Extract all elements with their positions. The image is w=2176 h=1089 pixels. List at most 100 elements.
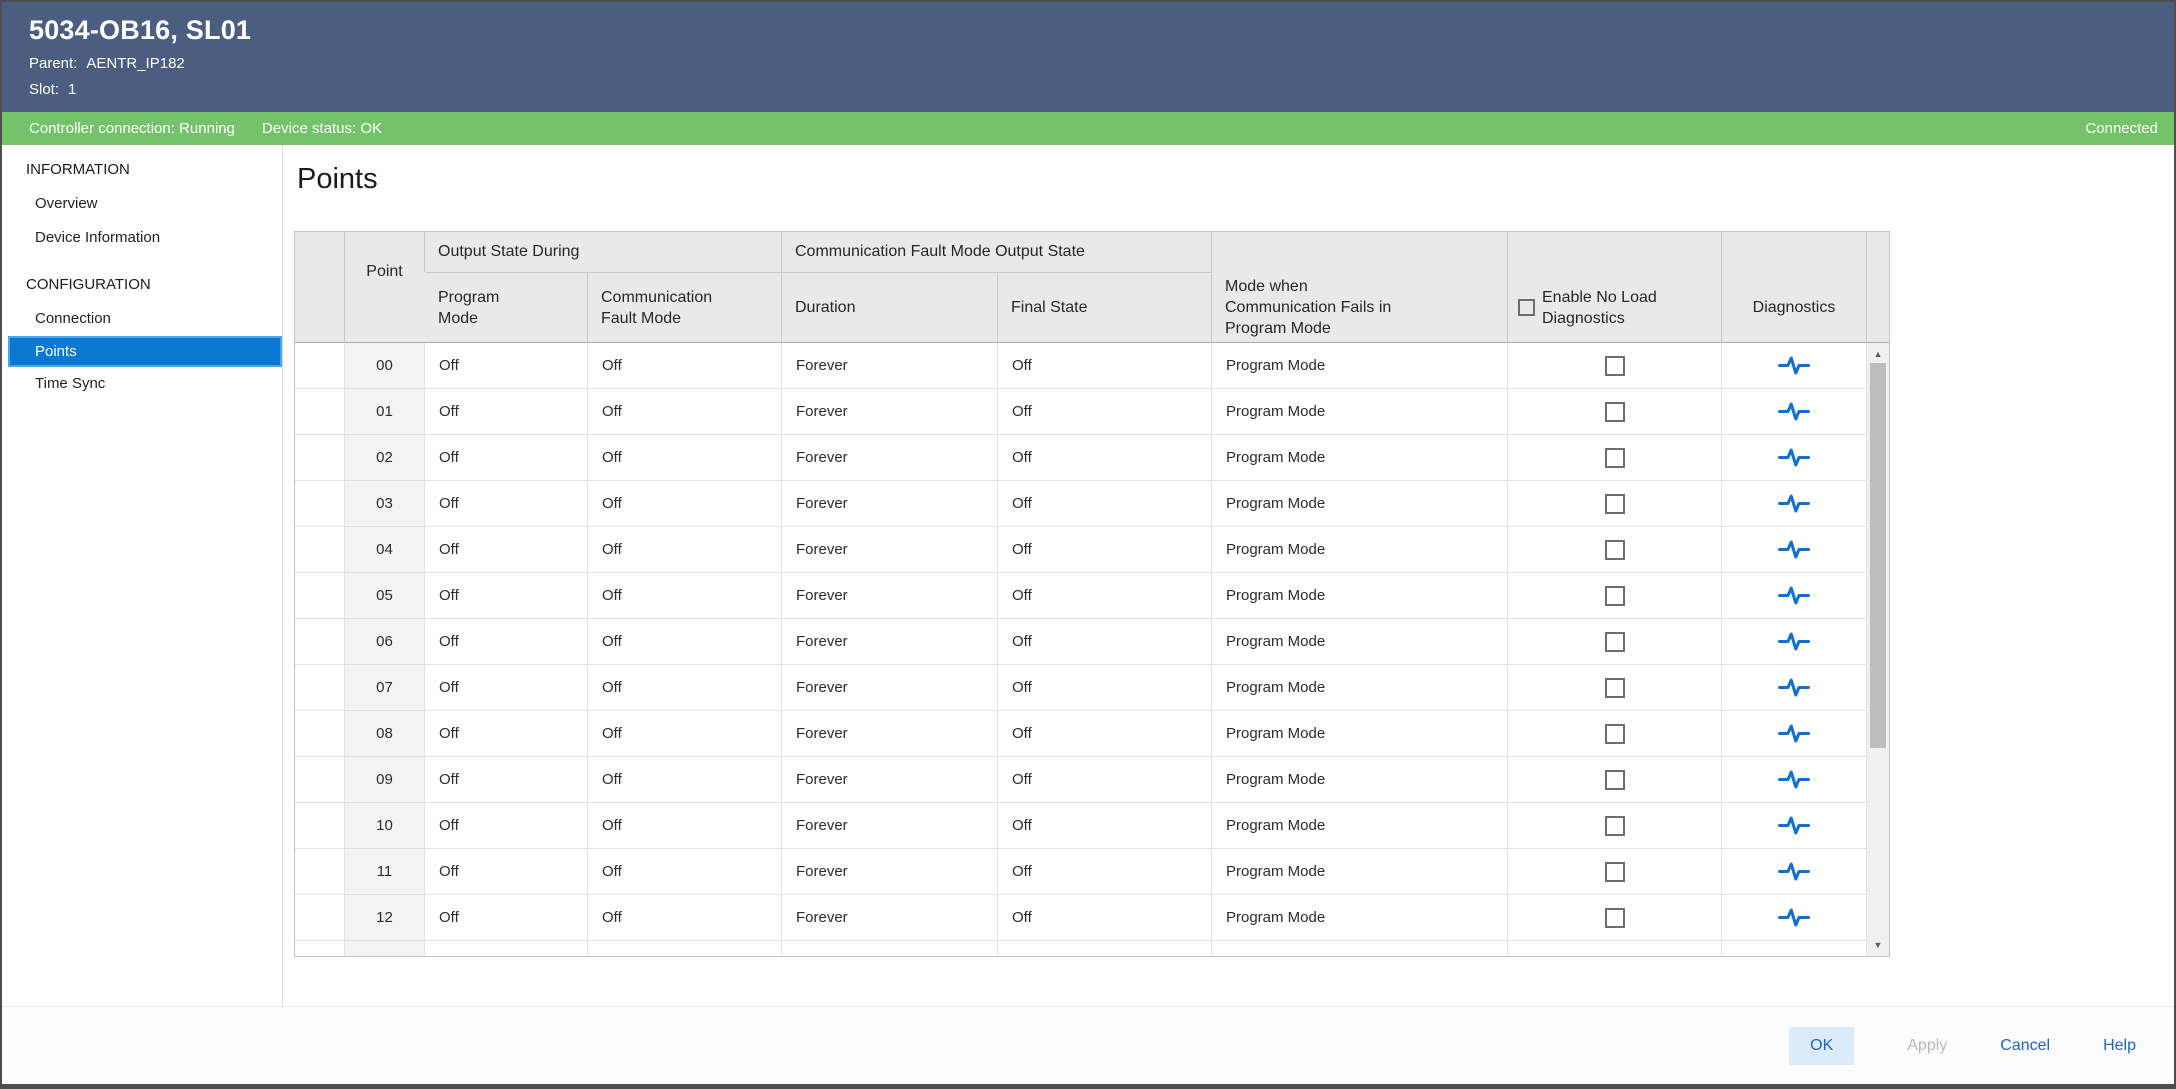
comm-fault-mode-cell[interactable]: Off [588, 389, 782, 434]
point-cell[interactable]: 00 [345, 343, 425, 388]
duration-cell[interactable]: Forever [782, 573, 998, 618]
program-mode-cell[interactable]: Off [425, 481, 588, 526]
row-selector-cell[interactable] [295, 389, 345, 434]
point-cell[interactable]: 04 [345, 527, 425, 572]
diagnostics-pulse-icon[interactable] [1778, 538, 1810, 561]
point-cell[interactable]: 12 [345, 895, 425, 940]
program-mode-cell[interactable]: Off [425, 343, 588, 388]
duration-cell[interactable]: Forever [782, 803, 998, 848]
comm-fault-mode-cell[interactable]: Off [588, 895, 782, 940]
ok-button[interactable]: OK [1789, 1027, 1854, 1065]
duration-cell[interactable]: Forever [782, 665, 998, 710]
mode-when-cell[interactable]: Program Mode [1212, 711, 1508, 756]
program-mode-cell[interactable]: Off [425, 435, 588, 480]
comm-fault-mode-cell[interactable]: Off [588, 527, 782, 572]
mode-when-cell[interactable]: Program Mode [1212, 343, 1508, 388]
final-state-cell[interactable]: Off [998, 389, 1212, 434]
row-selector-cell[interactable] [295, 619, 345, 664]
no-load-checkbox[interactable] [1605, 356, 1625, 376]
diagnostics-pulse-icon[interactable] [1778, 906, 1810, 929]
diagnostics-pulse-icon[interactable] [1778, 446, 1810, 469]
no-load-checkbox[interactable] [1605, 770, 1625, 790]
duration-cell[interactable]: Forever [782, 757, 998, 802]
no-load-checkbox[interactable] [1605, 494, 1625, 514]
no-load-checkbox[interactable] [1605, 586, 1625, 606]
program-mode-cell[interactable]: Off [425, 665, 588, 710]
comm-fault-mode-cell[interactable]: Off [588, 711, 782, 756]
comm-fault-mode-cell[interactable]: Off [588, 573, 782, 618]
comm-fault-mode-cell[interactable]: Off [588, 665, 782, 710]
duration-cell[interactable]: Forever [782, 527, 998, 572]
mode-when-cell[interactable]: Program Mode [1212, 665, 1508, 710]
program-mode-cell[interactable]: Off [425, 389, 588, 434]
comm-fault-mode-cell[interactable] [588, 941, 782, 956]
mode-when-cell[interactable]: Program Mode [1212, 481, 1508, 526]
program-mode-cell[interactable]: Off [425, 803, 588, 848]
final-state-cell[interactable]: Off [998, 849, 1212, 894]
duration-cell[interactable]: Forever [782, 895, 998, 940]
final-state-cell[interactable]: Off [998, 665, 1212, 710]
duration-cell[interactable]: Forever [782, 711, 998, 756]
sidebar-item-time-sync[interactable]: Time Sync [2, 367, 282, 401]
program-mode-cell[interactable]: Off [425, 527, 588, 572]
row-selector-cell[interactable] [295, 435, 345, 480]
point-cell[interactable]: 05 [345, 573, 425, 618]
no-load-checkbox[interactable] [1605, 540, 1625, 560]
final-state-cell[interactable]: Off [998, 803, 1212, 848]
point-cell[interactable]: 06 [345, 619, 425, 664]
row-selector-cell[interactable] [295, 757, 345, 802]
cancel-button[interactable]: Cancel [2000, 1037, 2050, 1055]
program-mode-cell[interactable]: Off [425, 849, 588, 894]
point-cell[interactable]: 01 [345, 389, 425, 434]
final-state-cell[interactable]: Off [998, 895, 1212, 940]
final-state-cell[interactable]: Off [998, 435, 1212, 480]
point-cell[interactable]: 11 [345, 849, 425, 894]
diagnostics-pulse-icon[interactable] [1778, 400, 1810, 423]
no-load-checkbox[interactable] [1605, 816, 1625, 836]
program-mode-cell[interactable] [425, 941, 588, 956]
program-mode-cell[interactable]: Off [425, 573, 588, 618]
comm-fault-mode-cell[interactable]: Off [588, 849, 782, 894]
point-cell[interactable]: 10 [345, 803, 425, 848]
no-load-checkbox[interactable] [1605, 862, 1625, 882]
program-mode-cell[interactable]: Off [425, 895, 588, 940]
sidebar-item-overview[interactable]: Overview [2, 187, 282, 221]
vertical-scrollbar[interactable]: ▲ ▼ [1867, 343, 1889, 956]
program-mode-cell[interactable]: Off [425, 619, 588, 664]
final-state-cell[interactable] [998, 941, 1212, 956]
row-selector-cell[interactable] [295, 573, 345, 618]
duration-cell[interactable]: Forever [782, 481, 998, 526]
row-selector-cell[interactable] [295, 941, 345, 956]
diagnostics-pulse-icon[interactable] [1778, 768, 1810, 791]
final-state-cell[interactable]: Off [998, 757, 1212, 802]
mode-when-cell[interactable]: Program Mode [1212, 389, 1508, 434]
no-load-checkbox[interactable] [1605, 632, 1625, 652]
final-state-cell[interactable]: Off [998, 573, 1212, 618]
mode-when-cell[interactable]: Program Mode [1212, 619, 1508, 664]
comm-fault-mode-cell[interactable]: Off [588, 619, 782, 664]
mode-when-cell[interactable]: Program Mode [1212, 895, 1508, 940]
point-cell[interactable]: 03 [345, 481, 425, 526]
final-state-cell[interactable]: Off [998, 481, 1212, 526]
sidebar-item-points[interactable]: Points [8, 336, 282, 367]
no-load-checkbox[interactable] [1605, 448, 1625, 468]
point-cell[interactable]: 09 [345, 757, 425, 802]
help-button[interactable]: Help [2103, 1037, 2136, 1055]
no-load-checkbox[interactable] [1605, 678, 1625, 698]
final-state-cell[interactable]: Off [998, 711, 1212, 756]
diagnostics-pulse-icon[interactable] [1778, 676, 1810, 699]
duration-cell[interactable]: Forever [782, 343, 998, 388]
program-mode-cell[interactable]: Off [425, 711, 588, 756]
point-cell[interactable]: 07 [345, 665, 425, 710]
diagnostics-pulse-icon[interactable] [1778, 354, 1810, 377]
no-load-checkbox[interactable] [1605, 908, 1625, 928]
diagnostics-pulse-icon[interactable] [1778, 722, 1810, 745]
final-state-cell[interactable]: Off [998, 619, 1212, 664]
row-selector-cell[interactable] [295, 711, 345, 756]
comm-fault-mode-cell[interactable]: Off [588, 803, 782, 848]
sidebar-item-device-information[interactable]: Device Information [2, 221, 282, 255]
mode-when-cell[interactable]: Program Mode [1212, 435, 1508, 480]
no-load-checkbox[interactable] [1605, 402, 1625, 422]
comm-fault-mode-cell[interactable]: Off [588, 757, 782, 802]
diagnostics-pulse-icon[interactable] [1778, 584, 1810, 607]
